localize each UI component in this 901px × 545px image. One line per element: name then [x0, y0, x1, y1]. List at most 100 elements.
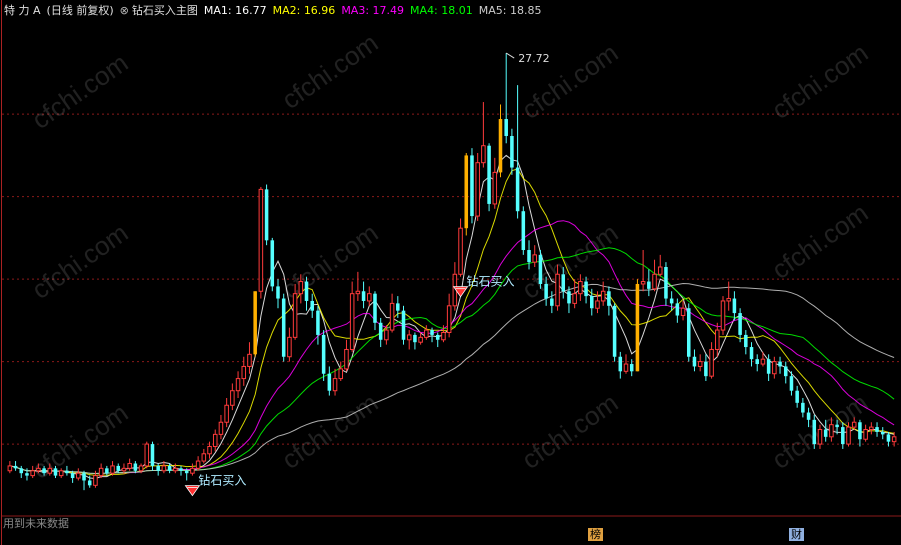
candle-body	[287, 336, 292, 358]
candle-body	[406, 334, 412, 341]
candle-body	[418, 336, 423, 343]
candle-body	[618, 356, 623, 372]
candle-body	[647, 281, 651, 289]
candle-body	[298, 281, 304, 295]
candle-body	[675, 303, 680, 316]
candle-body	[858, 422, 862, 440]
candle-body	[470, 155, 474, 217]
candle-body	[657, 266, 663, 275]
candle-body	[127, 462, 132, 469]
candle-body	[42, 468, 46, 474]
candle-body	[692, 356, 697, 367]
candle-body	[652, 273, 657, 290]
candle-body	[133, 463, 138, 471]
candle-body	[70, 473, 75, 479]
candle-body	[247, 353, 252, 367]
finance-badge[interactable]: 财	[789, 528, 804, 541]
watermark-text: cfchi.com	[26, 47, 133, 135]
candle-body	[835, 424, 839, 428]
candle-body	[744, 334, 748, 348]
candle-body	[355, 290, 361, 295]
candle-body	[841, 427, 845, 445]
candle-body	[36, 467, 41, 472]
candle-body	[584, 281, 588, 297]
candle-body	[321, 334, 326, 374]
candle-body	[755, 359, 759, 365]
candle-body	[863, 429, 868, 440]
candle-body	[179, 468, 183, 471]
candle-body	[332, 378, 338, 392]
candle-body	[886, 434, 891, 442]
candle-body	[389, 302, 395, 331]
candle-body	[230, 390, 235, 406]
watermark-text: cfchi.com	[766, 197, 873, 285]
candle-body	[344, 348, 349, 370]
candle-body	[572, 293, 577, 304]
candle-body	[783, 366, 788, 377]
candle-body	[795, 390, 799, 403]
candle-body	[144, 443, 150, 467]
candle-body	[93, 475, 98, 486]
candle-body	[116, 465, 121, 471]
candle-body	[424, 329, 429, 338]
candle-body	[801, 402, 805, 413]
candle-body	[778, 361, 782, 367]
candle-body	[258, 188, 264, 292]
candle-body	[105, 468, 109, 474]
candle-body	[212, 433, 218, 448]
candle-body	[310, 300, 314, 311]
candle-body	[373, 293, 377, 323]
candle-body	[276, 286, 280, 299]
candle-body	[446, 305, 452, 333]
candle-body	[789, 376, 794, 391]
diamond-buy-label: 钻石买入	[198, 473, 246, 488]
candle-body	[7, 465, 13, 472]
candle-body	[697, 361, 703, 367]
candle-body	[224, 404, 229, 423]
ma5-line	[9, 282, 895, 475]
candle-body	[720, 300, 726, 331]
candlestick-chart[interactable]: cfchi.com cfchi.com cfchi.com cfchi.com cfch…	[0, 0, 901, 545]
candle-body	[110, 465, 115, 474]
candle-body	[190, 467, 195, 474]
candle-body	[361, 291, 366, 301]
candle-body	[709, 348, 714, 377]
candle-body	[891, 436, 897, 443]
candle-body	[749, 347, 754, 360]
future-data-note: 用到未来数据	[3, 517, 69, 530]
candle-body	[600, 290, 606, 302]
candle-body	[218, 421, 224, 435]
candle-body	[207, 446, 212, 455]
candle-body	[760, 358, 766, 365]
candle-body	[138, 465, 144, 472]
watermark-text: cfchi.com	[766, 37, 873, 125]
candle-body	[264, 189, 269, 241]
max-price-label: 27.72	[518, 52, 550, 65]
candle-body	[680, 307, 686, 317]
candle-body	[561, 274, 566, 292]
candle-body	[30, 470, 35, 477]
candle-body	[544, 283, 548, 299]
candle-body	[98, 467, 104, 477]
candle-body	[201, 453, 207, 462]
candle-body	[161, 465, 167, 472]
watermark-text: cfchi.com	[26, 217, 133, 305]
candle-body	[184, 470, 189, 474]
list-badge[interactable]: 榜	[588, 528, 603, 541]
candle-body	[550, 298, 554, 306]
candle-body	[292, 293, 298, 338]
candle-body	[481, 145, 486, 164]
diamond-buy-icon	[184, 485, 201, 497]
candle-body	[686, 308, 691, 357]
candle-body	[590, 296, 594, 309]
candle-body	[538, 254, 543, 284]
candle-body	[475, 162, 480, 217]
candle-body	[270, 240, 275, 287]
candle-body	[25, 473, 29, 476]
candle-body	[235, 378, 241, 392]
candle-body	[121, 467, 127, 472]
candle-body	[430, 330, 434, 335]
watermark-text: cfchi.com	[276, 27, 383, 115]
candle-body	[806, 412, 811, 420]
candle-body	[532, 254, 537, 263]
